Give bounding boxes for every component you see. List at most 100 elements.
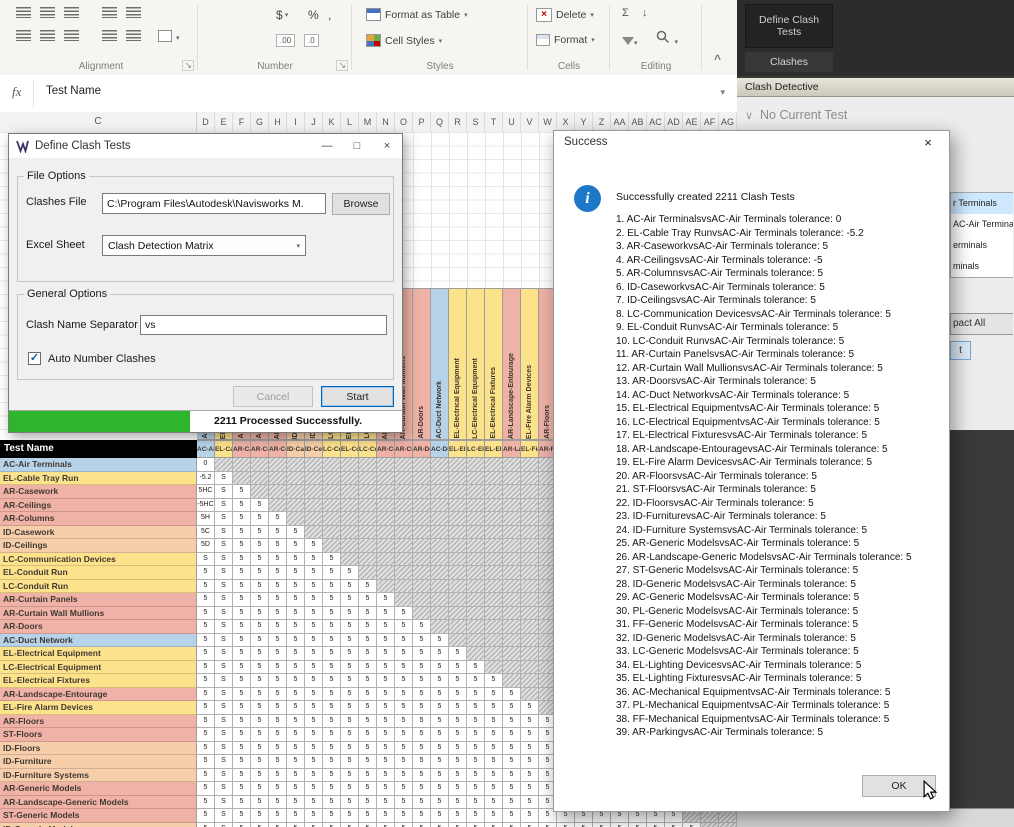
matrix-cell[interactable]	[503, 566, 521, 580]
matrix-row-label[interactable]: ID-Casework	[0, 525, 197, 539]
matrix-cell[interactable]: S	[215, 525, 233, 539]
matrix-cell[interactable]	[467, 633, 485, 647]
matrix-cell[interactable]: 5	[395, 606, 413, 620]
matrix-cell[interactable]: 5	[269, 809, 287, 823]
matrix-cell[interactable]: 5	[629, 822, 647, 827]
matrix-cell[interactable]: 5	[323, 593, 341, 607]
matrix-cell[interactable]: S	[215, 620, 233, 634]
matrix-cell[interactable]: 5	[521, 701, 539, 715]
matrix-cell[interactable]	[485, 485, 503, 499]
matrix-row-label[interactable]: ST-Floors	[0, 728, 197, 742]
matrix-cell[interactable]: 5	[503, 768, 521, 782]
indent-increase-icon[interactable]	[126, 30, 141, 41]
matrix-cell[interactable]: S	[215, 741, 233, 755]
column-letter[interactable]: AD	[665, 112, 683, 132]
matrix-cell[interactable]	[449, 485, 467, 499]
matrix-cell[interactable]	[431, 552, 449, 566]
matrix-cell[interactable]	[521, 687, 539, 701]
wrap-text-icon[interactable]	[126, 7, 141, 18]
matrix-cell[interactable]	[485, 620, 503, 634]
matrix-cell[interactable]: 5	[341, 687, 359, 701]
matrix-cell[interactable]	[323, 512, 341, 526]
matrix-cell[interactable]	[359, 552, 377, 566]
matrix-cell[interactable]: S	[215, 728, 233, 742]
matrix-cell[interactable]: 5	[251, 674, 269, 688]
matrix-cell[interactable]	[395, 512, 413, 526]
matrix-cell[interactable]: 5	[197, 633, 215, 647]
column-letter[interactable]: Q	[431, 112, 449, 132]
matrix-cell[interactable]	[467, 539, 485, 553]
success-titlebar[interactable]: Success ×	[554, 131, 949, 155]
matrix-column-prefix[interactable]: AR-Curtain Panels	[377, 440, 395, 458]
matrix-cell[interactable]	[431, 566, 449, 580]
column-letter[interactable]: H	[269, 112, 287, 132]
matrix-cell[interactable]	[377, 458, 395, 472]
matrix-cell[interactable]: 5	[323, 714, 341, 728]
matrix-cell[interactable]: 5	[449, 701, 467, 715]
align-left-icon[interactable]	[16, 30, 31, 41]
matrix-cell[interactable]	[485, 525, 503, 539]
matrix-cell[interactable]: 5	[611, 822, 629, 827]
matrix-cell[interactable]: 5	[197, 795, 215, 809]
matrix-cell[interactable]: 5	[233, 755, 251, 769]
matrix-cell[interactable]: 5	[233, 728, 251, 742]
matrix-cell[interactable]	[395, 471, 413, 485]
matrix-cell[interactable]	[377, 579, 395, 593]
matrix-cell[interactable]: 5	[503, 701, 521, 715]
matrix-cell[interactable]: 5	[395, 782, 413, 796]
matrix-cell[interactable]: 5	[233, 701, 251, 715]
matrix-cell[interactable]: 5	[395, 822, 413, 827]
matrix-cell[interactable]: 5	[251, 728, 269, 742]
matrix-cell[interactable]: 5	[521, 768, 539, 782]
matrix-cell[interactable]: 5	[359, 795, 377, 809]
column-letter[interactable]: L	[341, 112, 359, 132]
matrix-cell[interactable]: 5	[251, 755, 269, 769]
matrix-cell[interactable]: 5	[431, 647, 449, 661]
matrix-cell[interactable]: 5	[377, 768, 395, 782]
column-letter[interactable]: N	[377, 112, 395, 132]
matrix-row-label[interactable]: ID-Furniture	[0, 755, 197, 769]
browse-button[interactable]: Browse	[332, 193, 390, 215]
matrix-cell[interactable]: 5	[341, 728, 359, 742]
alignment-dialog-launcher[interactable]: ↘	[182, 60, 194, 71]
matrix-cell[interactable]	[485, 660, 503, 674]
matrix-cell[interactable]: 5	[323, 822, 341, 827]
matrix-cell[interactable]: S	[215, 795, 233, 809]
matrix-cell[interactable]	[377, 471, 395, 485]
matrix-cell[interactable]	[377, 498, 395, 512]
format-as-table-button[interactable]: Format as Table ▾	[366, 8, 468, 21]
matrix-column-prefix[interactable]: EL-Fire Alarm Devices	[521, 440, 539, 458]
matrix-cell[interactable]: 5	[485, 809, 503, 823]
matrix-cell[interactable]: 5	[521, 755, 539, 769]
matrix-cell[interactable]: 5	[341, 755, 359, 769]
matrix-cell[interactable]	[503, 512, 521, 526]
matrix-cell[interactable]: 5	[269, 512, 287, 526]
matrix-cell[interactable]	[467, 620, 485, 634]
matrix-cell[interactable]: 5	[233, 593, 251, 607]
matrix-cell[interactable]: 5	[269, 633, 287, 647]
matrix-cell[interactable]	[449, 633, 467, 647]
matrix-cell[interactable]	[521, 525, 539, 539]
matrix-cell[interactable]: 5	[233, 552, 251, 566]
matrix-cell[interactable]: 5	[305, 579, 323, 593]
matrix-cell[interactable]: 5	[485, 782, 503, 796]
column-letter[interactable]: G	[251, 112, 269, 132]
matrix-cell[interactable]: 5	[449, 714, 467, 728]
matrix-cell[interactable]: 5	[575, 822, 593, 827]
matrix-cell[interactable]: 5	[503, 728, 521, 742]
matrix-cell[interactable]	[323, 525, 341, 539]
matrix-cell[interactable]: 5	[431, 701, 449, 715]
matrix-cell[interactable]: 5	[269, 782, 287, 796]
matrix-cell[interactable]: S	[215, 755, 233, 769]
matrix-cell[interactable]: 5	[341, 795, 359, 809]
matrix-cell[interactable]: 5	[287, 714, 305, 728]
matrix-cell[interactable]: 5	[251, 579, 269, 593]
matrix-cell[interactable]: 5	[233, 539, 251, 553]
matrix-cell[interactable]: 5	[197, 701, 215, 715]
matrix-cell[interactable]: 5	[485, 768, 503, 782]
matrix-cell[interactable]: 5	[485, 795, 503, 809]
matrix-cell[interactable]: 5	[341, 660, 359, 674]
matrix-cell[interactable]: 5	[305, 809, 323, 823]
matrix-cell[interactable]: 5	[485, 714, 503, 728]
matrix-cell[interactable]: 5	[287, 809, 305, 823]
